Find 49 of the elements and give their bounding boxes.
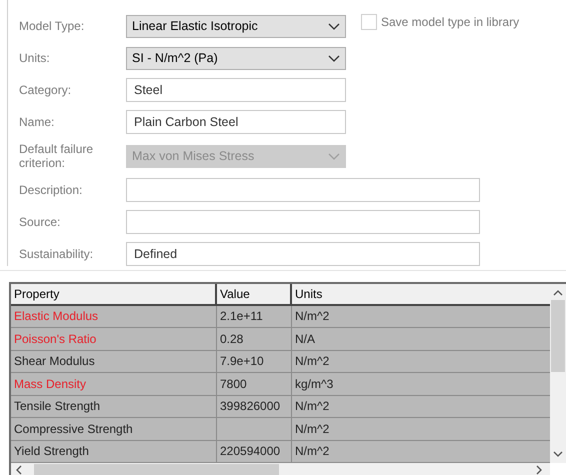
dropdown[interactable]: SI - N/m^2 (Pa)	[126, 46, 346, 70]
chevron-down-icon	[328, 152, 340, 160]
dropdown[interactable]: Linear Elastic Isotropic	[126, 14, 346, 38]
field-label: Source:	[19, 215, 62, 229]
column-header[interactable]: Property	[11, 284, 217, 304]
field-label: Sustainability:	[19, 247, 94, 261]
checkbox[interactable]	[361, 14, 377, 30]
chevron-down-icon	[328, 22, 340, 30]
table-cell: Poisson's Ratio	[11, 328, 217, 350]
column-header[interactable]: Value	[217, 284, 292, 304]
table-cell-text: N/m^2	[294, 353, 330, 370]
table-cell-text: N/m^2	[294, 398, 330, 416]
field-label: Default failure criterion:	[19, 142, 94, 170]
input-field[interactable]: Steel	[126, 78, 346, 102]
table-cell: Elastic Modulus	[11, 306, 217, 328]
vertical-scrollbar[interactable]	[550, 284, 566, 463]
scroll-up-icon[interactable]	[553, 290, 563, 296]
table-cell-text: N/m^2	[294, 308, 330, 326]
table-cell-text: N/m^2	[294, 420, 330, 438]
field-label: Model Type:	[19, 19, 86, 33]
chevron-down-icon	[328, 54, 340, 62]
table-cell: 399826000	[217, 396, 292, 418]
table-cell: Shear Modulus	[11, 350, 217, 372]
table-cell: Tensile Strength	[11, 396, 217, 418]
table-cell: Compressive Strength	[11, 418, 217, 440]
table-cell-text: kg/m^3	[294, 376, 334, 393]
field-label: Name:	[19, 115, 56, 129]
table-cell: 2.1e+11	[217, 306, 292, 328]
column-header[interactable]: Units	[292, 284, 550, 304]
table-cell: Mass Density	[11, 373, 217, 395]
table-cell: 7.9e+10	[217, 350, 292, 372]
checkbox-label: Save model type in library	[381, 14, 520, 31]
field-label: Units:	[19, 51, 51, 65]
table-cell-text: N/m^2	[294, 443, 330, 460]
table-cell: Yield Strength	[11, 440, 217, 462]
input-field[interactable]	[126, 178, 480, 202]
horizontal-scrollbar[interactable]	[11, 463, 550, 475]
table-cell: 7800	[217, 373, 292, 395]
field-label: Category:	[19, 83, 72, 97]
table-cell-text: N/A	[294, 330, 316, 348]
table-cell: 220594000	[217, 440, 292, 462]
scroll-right-icon[interactable]	[536, 465, 542, 475]
input-field[interactable]	[126, 210, 480, 234]
table-cell: 0.28	[217, 328, 292, 350]
input-field[interactable]: Defined	[126, 242, 480, 266]
scroll-down-icon[interactable]	[553, 451, 563, 457]
scroll-left-icon[interactable]	[16, 465, 22, 475]
field-label: Description:	[19, 183, 84, 197]
input-field[interactable]: Plain Carbon Steel	[126, 110, 346, 134]
